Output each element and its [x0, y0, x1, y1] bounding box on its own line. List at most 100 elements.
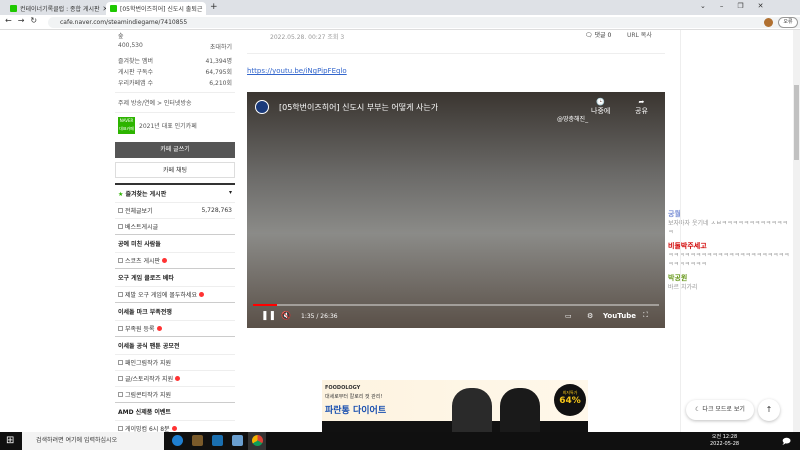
board-icon: [118, 376, 123, 381]
board-label: 제발 오구 게임에 몰두하세요: [125, 292, 197, 299]
chat-username[interactable]: 궁월: [668, 210, 793, 219]
vegas-icon[interactable]: [212, 435, 223, 446]
tab-title: [05학번이즈히어] 신도시 출퇴근: [120, 6, 203, 13]
dark-mode-label: 다크 모드로 보기: [702, 406, 745, 413]
board-label: 오구 게임 클로즈 베타: [118, 275, 174, 282]
clock[interactable]: 오전 12:28 2022-05-28: [710, 434, 739, 448]
close-icon[interactable]: ✕: [205, 5, 206, 13]
board-section: 이세돌 공식 팬툰 공모전: [115, 336, 235, 354]
cafe-topic[interactable]: 주제 방송/연예 > 인터넷방송: [115, 92, 235, 112]
board-item[interactable]: 베스트게시글: [115, 218, 235, 234]
chat-username[interactable]: 박공원: [668, 274, 793, 283]
board-label: AMD 신제품 이벤트: [118, 409, 171, 416]
video-title[interactable]: [05학번이즈히어] 신도시 부부는 어떻게 사는가: [279, 102, 438, 113]
board-item[interactable]: 스코츠 게시판: [115, 252, 235, 268]
moon-icon: ☾: [695, 406, 701, 413]
naver-badge: NAVER 대표카페: [118, 117, 135, 134]
naver-cafe-icon: [110, 5, 117, 12]
stat-value: 6,210회: [209, 80, 232, 87]
scroll-top-button[interactable]: ↑: [758, 399, 780, 421]
subtitles-icon[interactable]: ▭: [565, 312, 572, 320]
board-item[interactable]: 패인그림작가 지원: [115, 354, 235, 370]
board-label: 베스트게시글: [125, 224, 159, 231]
cafe-write-button[interactable]: 카페 글쓰기: [115, 142, 235, 158]
ad-brand: FOODOLOGY: [325, 385, 361, 391]
settings-icon[interactable]: ⚙: [587, 312, 593, 320]
notification-icon[interactable]: 🗩: [782, 436, 791, 450]
window-controls[interactable]: ⌄–❐✕: [700, 2, 778, 10]
youtube-link[interactable]: https://youtu.be/iNgPipFEqlo: [247, 67, 347, 75]
share-button[interactable]: ➦ 공유: [635, 98, 648, 116]
cafe-chat-button[interactable]: 카페 채팅: [115, 162, 235, 178]
ad-person-image: [452, 388, 492, 432]
board-section: 공예 미친 사람들: [115, 234, 235, 252]
url-input[interactable]: cafe.naver.com/steamindiegame/7410855: [48, 17, 800, 28]
board-icon: [118, 224, 123, 229]
youtube-logo[interactable]: YouTube: [603, 312, 636, 320]
board-item[interactable]: 제발 오구 게임에 몰두하세요: [115, 286, 235, 302]
chat-message: 비둘박주세고 ㅋㅋㅋㅋㅋㅋㅋㅋㅋㅋㅋㅋㅋㅋㅋㅋㅋㅋㅋㅋㅋㅋㅋㅋㅋㅋㅋㅋㅋ: [668, 242, 793, 269]
taskbar: ⊞ 검색하려면 여기에 입력하십시오 오전 12:28 2022-05-28 🗩: [0, 432, 800, 450]
nav-buttons[interactable]: ←→↻: [5, 16, 43, 25]
new-badge-icon: [175, 376, 181, 381]
board-count: 5,728,763: [201, 207, 232, 214]
chat-message: 궁월 보자마자 웃기네 ㅅㅂㅋㅋㅋㅋㅋㅋㅋㅋㅋㅋㅋㅋㅋ: [668, 210, 793, 237]
board-icon: [118, 208, 123, 213]
tab-title: 컨테이너기록클럽 : 종합 게시판: [20, 6, 100, 13]
board-item[interactable]: 글/스토리작가 지원: [115, 370, 235, 386]
board-label: 공예 미친 사람들: [118, 241, 161, 248]
dark-mode-button[interactable]: ☾ 다크 모드로 보기: [686, 400, 754, 420]
new-badge-icon: [171, 426, 177, 431]
minecraft-icon[interactable]: [192, 435, 203, 446]
video-time: 1:35 / 26:36: [301, 313, 338, 320]
comment-count[interactable]: 🗨 댓글 0: [585, 30, 611, 39]
chat-message: 박공원 바르 치가리: [668, 274, 793, 292]
member-count[interactable]: 400,530: [118, 42, 143, 51]
edge-icon[interactable]: [172, 435, 183, 446]
advertisement-banner[interactable]: FOODOLOGY 대세로부터 칼로리 컷 관리! 파란통 다이어트 최저특가 6…: [322, 380, 588, 432]
ad-person-image: [500, 388, 540, 432]
board-item[interactable]: 부족원 등록: [115, 320, 235, 336]
board-section: 오구 게임 클로즈 베타: [115, 268, 235, 286]
chevron-down-icon[interactable]: ▾: [229, 189, 232, 198]
stat-label: 즐겨찾는 멤버: [118, 58, 154, 65]
stat-value: 64,795회: [205, 69, 232, 76]
scrollbar[interactable]: [793, 30, 800, 432]
youtube-player[interactable]: [05학번이즈히어] 신도시 부부는 어떻게 사는가 🕒 나중에 ➦ 공유 @땅충해…: [247, 92, 665, 328]
avatar[interactable]: [764, 18, 773, 27]
mute-icon[interactable]: 🔇: [281, 311, 291, 320]
post-date: 2022.05.28. 00:27 조회 3: [270, 34, 345, 41]
new-tab-button[interactable]: +: [210, 2, 218, 12]
invite-link[interactable]: 초대하기: [210, 42, 232, 51]
pause-button[interactable]: ❚❚: [261, 311, 276, 321]
profile-error-button[interactable]: 오류: [778, 17, 798, 28]
fullscreen-icon[interactable]: ⛶: [643, 311, 648, 320]
tab-1[interactable]: [05학번이즈히어] 신도시 출퇴근✕: [106, 2, 206, 15]
new-badge-icon: [156, 326, 162, 331]
windows-start-icon[interactable]: ⊞: [6, 435, 14, 446]
board-label: 이세돌 공식 팬툰 공모전: [118, 343, 180, 350]
chat-username[interactable]: 비둘박주세고: [668, 242, 793, 251]
badge-text: 2021년 대표 인기카페: [139, 123, 197, 130]
channel-icon[interactable]: [255, 100, 269, 114]
comment-label: 댓글 0: [594, 32, 612, 39]
taskbar-search[interactable]: 검색하려면 여기에 입력하십시오: [22, 432, 164, 450]
chrome-icon: [252, 435, 263, 446]
board-icon: [118, 292, 123, 297]
progress-bar[interactable]: [253, 304, 659, 306]
url-copy-button[interactable]: URL 복사: [627, 30, 652, 39]
board-section: AMD 신제품 이벤트: [115, 402, 235, 420]
scrollbar-thumb[interactable]: [794, 85, 799, 160]
app-icon[interactable]: [232, 435, 243, 446]
board-label: 글/스토리작가 지원: [125, 376, 174, 383]
clock-date: 2022-05-28: [710, 441, 740, 447]
tab-0[interactable]: 컨테이너기록클럽 : 종합 게시판 ✕: [6, 2, 106, 15]
board-item[interactable]: 그림콘티작가 지원: [115, 386, 235, 402]
chrome-taskbar-button[interactable]: [248, 432, 266, 450]
board-section: 이세돌 마크 부족전쟁: [115, 302, 235, 320]
video-watermark: @땅충해진_: [557, 116, 589, 123]
fav-header[interactable]: 즐겨찾는 게시판: [125, 191, 166, 198]
board-item[interactable]: 전체글보기 5,728,763: [115, 202, 235, 218]
watch-later-button[interactable]: 🕒 나중에: [591, 98, 610, 116]
board-icon: [118, 258, 123, 263]
